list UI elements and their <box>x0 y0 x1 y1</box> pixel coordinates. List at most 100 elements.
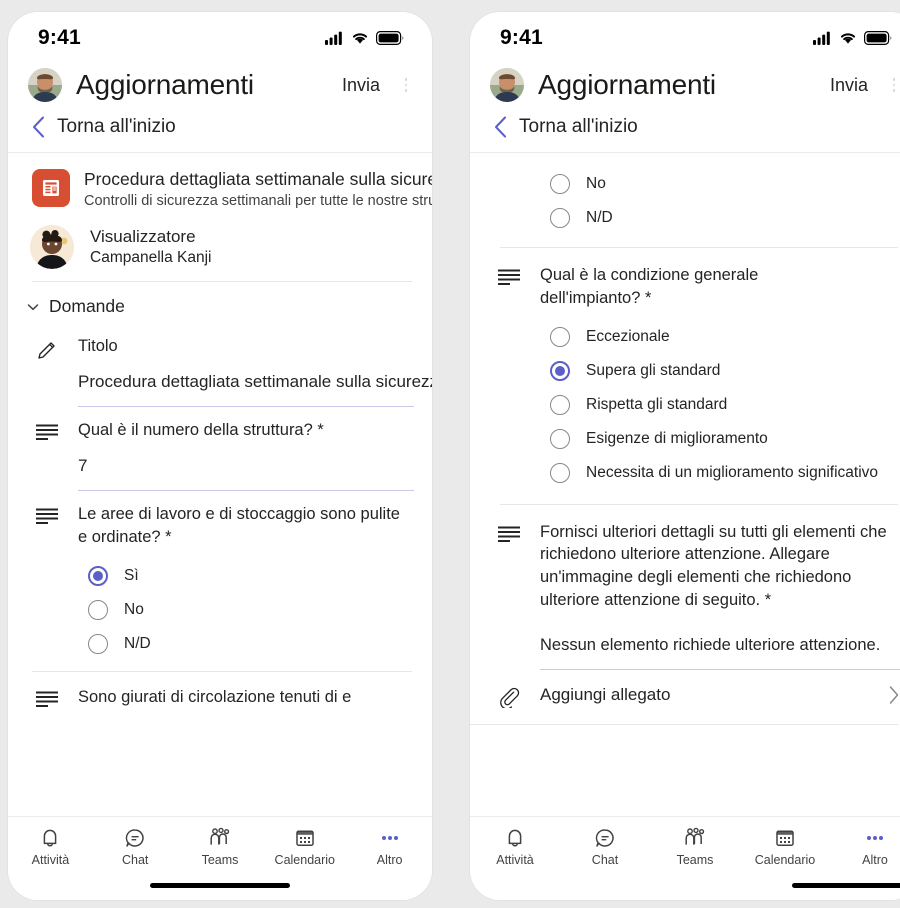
form-subtitle: Controlli di sicurezza settimanali per t… <box>84 193 432 209</box>
radio-option[interactable]: Rispetta gli standard <box>540 388 900 422</box>
back-to-start-link[interactable]: Torna all'inizio <box>470 114 900 152</box>
battery-icon <box>864 31 892 45</box>
section-label: Domande <box>49 296 125 316</box>
person-text: Visualizzatore Campanella Kanji <box>90 227 212 267</box>
nav-item-teams[interactable]: Teams <box>178 826 263 867</box>
wifi-icon <box>840 33 856 44</box>
radio-label: Supera gli standard <box>586 361 721 379</box>
paperclip-icon <box>496 682 522 709</box>
pencil-icon <box>34 335 60 361</box>
ellipsis-icon <box>381 836 398 840</box>
teams-people-icon <box>210 827 230 845</box>
nav-item-chat[interactable]: Chat <box>93 826 178 867</box>
nav-label: Teams <box>676 853 714 867</box>
form-title-block: Procedura dettagliata settimanale sulla … <box>84 169 432 209</box>
radio-label: No <box>124 600 144 618</box>
more-options-icon[interactable] <box>398 74 414 96</box>
more-options-icon[interactable] <box>886 74 900 96</box>
radio-label: N/D <box>124 634 151 652</box>
page-title: Aggiornamenti <box>76 69 254 100</box>
radio-circle <box>88 633 108 654</box>
send-button[interactable]: Invia <box>338 73 384 98</box>
radio-option[interactable]: Necessita di un miglioramento significat… <box>540 456 900 490</box>
avatar[interactable] <box>28 68 62 102</box>
question-numero-struttura: Qual è il numero della struttura? * 7 <box>8 407 432 492</box>
bell-icon <box>508 829 522 847</box>
questions-section-header[interactable]: Domande <box>8 282 432 323</box>
spacer-icon <box>496 167 522 171</box>
nav-item-calendario[interactable]: Calendario <box>262 826 347 867</box>
radio-label: Rispetta gli standard <box>586 395 728 413</box>
cellular-signal-icon <box>325 31 342 45</box>
nav-item-teams[interactable]: Teams <box>650 826 740 867</box>
question-ulteriori-dettagli: Fornisci ulteriori dettagli su tutti gli… <box>470 505 900 671</box>
home-indicator <box>150 883 290 888</box>
radio-option[interactable]: N/D <box>540 201 900 235</box>
text-lines-icon <box>34 686 60 708</box>
question-continued-radios: No N/D <box>470 153 900 235</box>
form-scroll-area-right[interactable]: No N/D Qual è la condizione generale del… <box>470 153 900 815</box>
radio-option[interactable]: Supera gli standard <box>540 354 900 388</box>
radio-circle <box>550 428 570 449</box>
radio-option[interactable]: Esigenze di miglioramento <box>540 422 900 456</box>
radio-option[interactable]: Eccezionale <box>540 320 900 354</box>
nav-item-attivita[interactable]: Attività <box>8 826 93 867</box>
phone-left: 9:41 Aggiornamenti Invia Torna all'inizi… <box>8 12 432 900</box>
radio-option[interactable]: No <box>540 167 900 201</box>
radio-circle-selected <box>550 360 570 381</box>
avatar[interactable] <box>490 68 524 102</box>
person-row: Visualizzatore Campanella Kanji <box>8 219 432 281</box>
person-role: Visualizzatore <box>90 227 196 246</box>
radio-option[interactable]: Sì <box>78 559 414 593</box>
form-scroll-area-left[interactable]: Procedura dettagliata settimanale sulla … <box>8 153 432 788</box>
radio-option[interactable]: No <box>78 593 414 627</box>
question-truncated: Sono giurati di circolazione tenuti di e <box>8 672 432 709</box>
status-bar-left: 9:41 <box>8 12 432 58</box>
phone-right: 9:41 Aggiornamenti Invia Torna all'inizi… <box>470 12 900 900</box>
nav-item-altro[interactable]: Altro <box>347 826 432 867</box>
nav-label: Calendario <box>754 853 816 867</box>
cellular-signal-icon <box>813 31 830 45</box>
question-label: Le aree di lavoro e di stoccaggio sono p… <box>78 505 400 546</box>
radio-circle <box>550 326 570 347</box>
send-button[interactable]: Invia <box>826 73 872 98</box>
radio-circle <box>550 394 570 415</box>
nav-label: Attività <box>496 853 534 867</box>
nav-item-calendario[interactable]: Calendario <box>740 826 830 867</box>
forms-app-icon <box>32 169 70 207</box>
status-bar-right: 9:41 <box>470 12 900 58</box>
radio-label: Necessita di un miglioramento significat… <box>586 463 879 481</box>
question-condizione-generale: Qual è la condizione generale dell'impia… <box>470 248 900 490</box>
radio-option[interactable]: N/D <box>78 627 414 661</box>
question-body: Sono giurati di circolazione tenuti di e <box>78 686 414 709</box>
wifi-icon <box>352 33 368 44</box>
question-label: Fornisci ulteriori dettagli su tutti gli… <box>540 522 887 609</box>
app-header-right: Aggiornamenti Invia <box>470 58 900 114</box>
add-attachment-row[interactable]: Aggiungi allegato <box>470 670 900 720</box>
question-label: Sono giurati di circolazione tenuti di e <box>78 687 352 706</box>
field-underline <box>78 489 414 492</box>
question-titolo: Titolo Procedura dettagliata settimanale… <box>8 323 432 408</box>
screen-right: 9:41 Aggiornamenti Invia Torna all'inizi… <box>470 12 900 900</box>
nav-item-attivita[interactable]: Attività <box>470 826 560 867</box>
radio-circle <box>550 208 570 228</box>
app-header-left: Aggiornamenti Invia <box>8 58 432 114</box>
divider <box>470 724 898 726</box>
question-value[interactable]: 7 <box>78 454 414 478</box>
question-value[interactable]: Procedura dettagliata settimanale sulla … <box>78 370 432 394</box>
screen-left: 9:41 Aggiornamenti Invia Torna all'inizi… <box>8 12 432 900</box>
radio-circle <box>88 599 108 620</box>
nav-label: Chat <box>121 853 149 867</box>
battery-icon <box>376 31 404 45</box>
text-lines-icon <box>34 503 60 525</box>
back-to-start-link[interactable]: Torna all'inizio <box>8 114 432 152</box>
chevron-down-icon <box>27 303 39 310</box>
nav-item-altro[interactable]: Altro <box>830 826 900 867</box>
nav-label: Chat <box>591 853 619 867</box>
bell-icon <box>44 829 57 847</box>
question-value[interactable]: Nessun elemento richiede ulteriore atten… <box>540 634 900 657</box>
calendar-icon <box>776 830 794 846</box>
text-lines-icon <box>496 264 522 286</box>
home-indicator <box>792 883 900 888</box>
nav-item-chat[interactable]: Chat <box>560 826 650 867</box>
